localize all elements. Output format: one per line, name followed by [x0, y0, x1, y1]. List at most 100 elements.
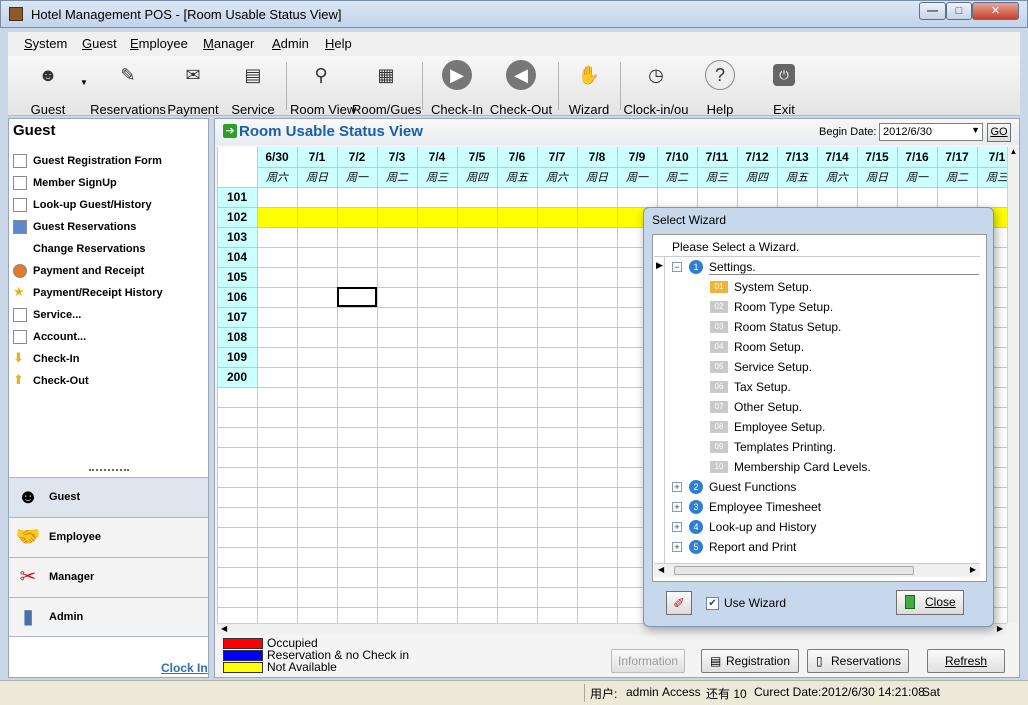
wizard-tree-horizontal-scrollbar[interactable]: ◀ ▶: [654, 563, 980, 577]
toolbar-exit-button[interactable]: ⏻ Exit: [760, 58, 808, 117]
tree-group-lookup-and-history[interactable]: + 4 Look-up and History: [654, 517, 980, 537]
expand-icon[interactable]: +: [672, 482, 682, 492]
splitter-grip[interactable]: [89, 469, 129, 473]
maximize-button[interactable]: □: [946, 2, 972, 20]
menu-guest[interactable]: Guest: [82, 36, 117, 51]
legend-label: Not Available: [267, 660, 337, 674]
status-divider: [584, 684, 585, 702]
toolbar-separator: [286, 62, 287, 110]
wizard-icon[interactable]: ✐: [666, 591, 692, 615]
close-button[interactable]: Close: [896, 590, 964, 615]
scroll-thumb[interactable]: [674, 566, 914, 575]
room-row-header: 109: [227, 350, 247, 364]
date-column-header: 7/5: [469, 150, 486, 164]
toolbar-room-guest-button[interactable]: ▦ Room/Gues: [352, 58, 421, 118]
toolbar-clock-button[interactable]: ◷ Clock-in/ou: [622, 58, 690, 118]
sidebar-item-check-in[interactable]: ⬇ Check-In: [13, 351, 79, 372]
use-wizard-checkbox[interactable]: ✔: [706, 597, 719, 610]
close-window-button[interactable]: ✕: [972, 2, 1019, 20]
reservations-button[interactable]: ▯ Reservations: [807, 649, 909, 673]
go-button[interactable]: GO: [987, 123, 1011, 142]
expand-icon[interactable]: +: [672, 502, 682, 512]
menu-manager[interactable]: Manager: [203, 36, 254, 51]
room-guest-icon: ▦: [377, 64, 395, 85]
section-manager-button[interactable]: ✂ Manager: [9, 557, 208, 597]
chevron-down-icon: ▼: [971, 125, 980, 135]
tree-group-guest-functions[interactable]: + 2 Guest Functions: [654, 477, 980, 497]
tree-group-report-and-print[interactable]: + 5 Report and Print: [654, 537, 980, 557]
sidebar-item-member-signup[interactable]: Member SignUp: [13, 176, 117, 196]
toolbar-guest-button[interactable]: ☻ Guest: [24, 58, 72, 118]
menu-system[interactable]: System: [24, 36, 67, 51]
begin-date-picker[interactable]: 2012/6/30 ▼: [879, 123, 983, 141]
tree-item-setting[interactable]: 08 Employee Setup.: [654, 417, 980, 437]
use-wizard-label: Use Wizard: [724, 596, 787, 610]
toolbar-check-in-button[interactable]: ▶ Check-In: [428, 58, 486, 117]
sidebar-item-label: Change Reservations: [33, 243, 146, 255]
tree-item-setting[interactable]: 10 Membership Card Levels.: [654, 457, 980, 477]
tree-item-setting[interactable]: 07 Other Setup.: [654, 397, 980, 417]
sidebar-item-service[interactable]: Service...: [13, 308, 81, 328]
toolbar-separator: [422, 62, 423, 110]
registration-button[interactable]: ▤ Registration: [701, 649, 799, 673]
tree-item-setting[interactable]: 03 Room Status Setup.: [654, 317, 980, 337]
collapse-icon[interactable]: −: [672, 262, 682, 272]
registration-button-label: Registration: [725, 654, 791, 668]
refresh-button[interactable]: Refresh: [927, 649, 1005, 673]
expand-icon[interactable]: +: [672, 542, 682, 552]
toolbar-service-button[interactable]: ▤ Service: [228, 58, 278, 118]
sidebar-item-account[interactable]: Account...: [13, 330, 86, 350]
sidebar-item-lookup-guest-history[interactable]: Look-up Guest/History: [13, 198, 152, 218]
step-number-icon: 04: [710, 341, 728, 353]
wizard-tree-header: Please Select a Wizard.: [654, 237, 980, 257]
expand-icon[interactable]: +: [672, 522, 682, 532]
toolbar-check-out-button[interactable]: ◀ Check-Out: [488, 58, 554, 117]
minimize-button[interactable]: —: [919, 2, 946, 20]
date-column-header: 7/13: [785, 150, 809, 164]
sidebar-item-payment-and-receipt[interactable]: Payment and Receipt: [13, 264, 144, 284]
toolbar-payment-label: Payment: [167, 102, 219, 117]
weekday-column-header: 周日: [306, 171, 329, 184]
tree-group-employee-timesheet[interactable]: + 3 Employee Timesheet: [654, 497, 980, 517]
clock-in-link[interactable]: Clock In: [161, 661, 208, 675]
tree-item-setting[interactable]: 05 Service Setup.: [654, 357, 980, 377]
sidebar-item-guest-registration-form[interactable]: Guest Registration Form: [13, 154, 162, 174]
tree-item-setting[interactable]: 09 Templates Printing.: [654, 437, 980, 457]
toolbar-reservations-button[interactable]: ✎ Reservations: [90, 58, 166, 118]
information-button[interactable]: Information: [611, 649, 685, 673]
toolbar-clock-label: Clock-in/ou: [623, 102, 689, 117]
tree-group-label: Settings.: [709, 260, 979, 275]
weekday-column-header: 周日: [866, 171, 889, 184]
sidebar-item-change-reservations[interactable]: Change Reservations: [13, 242, 145, 262]
tree-item-setting[interactable]: 02 Room Type Setup.: [654, 297, 980, 317]
sidebar-item-label: Guest Reservations: [33, 221, 137, 233]
tree-item-setting[interactable]: 04 Room Setup.: [654, 337, 980, 357]
toolbar-help-button[interactable]: ? Help: [696, 58, 744, 117]
section-guest-button[interactable]: ☻ Guest: [9, 477, 208, 517]
menu-employee[interactable]: Employee: [130, 36, 188, 51]
sidebar-item-guest-reservations[interactable]: Guest Reservations: [13, 220, 136, 240]
toolbar-separator: [558, 62, 559, 110]
room-row-header: 104: [227, 250, 247, 264]
weekday-column-header: 周一: [346, 171, 369, 184]
menu-admin[interactable]: Admin: [272, 36, 309, 51]
sidebar-item-check-out[interactable]: ⬆ Check-Out: [13, 373, 89, 394]
grid-vertical-scrollbar[interactable]: ▲: [1007, 147, 1019, 623]
tree-item-setting[interactable]: 01 System Setup.: [654, 277, 980, 297]
chevron-down-icon[interactable]: ▼: [80, 78, 88, 87]
toolbar-room-view-button[interactable]: ⚲ Room View: [290, 58, 356, 118]
clock-icon: ◷: [648, 64, 664, 85]
tree-group-settings[interactable]: ▶ − 1 Settings.: [654, 257, 980, 277]
section-employee-button[interactable]: 🤝 Employee: [9, 517, 208, 557]
sidebar-item-payment-receipt-history[interactable]: ★ Payment/Receipt History: [13, 285, 163, 306]
lookup-icon: [13, 198, 27, 212]
date-column-header: 7/8: [589, 150, 606, 164]
toolbar: ☻ Guest ▼ ✎ Reservations ✉ Payment ▤ Ser…: [8, 56, 1020, 118]
check-out-icon: ◀: [506, 60, 536, 90]
tree-item-setting[interactable]: 06 Tax Setup.: [654, 377, 980, 397]
toolbar-guest-label: Guest: [30, 102, 66, 117]
toolbar-payment-button[interactable]: ✉ Payment: [166, 58, 220, 118]
menu-help[interactable]: Help: [325, 36, 352, 51]
toolbar-wizard-button[interactable]: ✋ Wizard: [564, 58, 614, 118]
section-admin-button[interactable]: ▮ Admin: [9, 597, 208, 637]
